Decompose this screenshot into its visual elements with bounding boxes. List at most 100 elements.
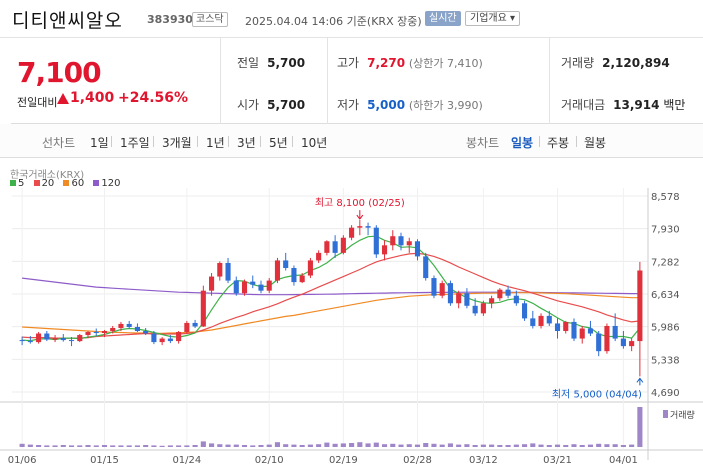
candle-body	[398, 236, 404, 246]
candle-body	[200, 290, 206, 327]
candle-body	[554, 323, 561, 332]
candle-body	[530, 318, 536, 326]
volume-bar	[604, 444, 610, 447]
candle-body	[291, 267, 297, 283]
candle-body	[489, 298, 495, 304]
candle-body	[522, 303, 528, 319]
candle-body	[447, 283, 453, 304]
candle-body	[126, 323, 132, 327]
volume-bar	[118, 445, 124, 447]
volume-bar	[406, 444, 412, 447]
candle-body	[250, 281, 256, 285]
x-tick-label: 02/10	[255, 455, 284, 466]
candle-body	[233, 280, 239, 294]
candle-body	[110, 327, 116, 332]
x-tick-label: 03/12	[469, 455, 498, 466]
volume-bar	[513, 444, 519, 447]
candle-body	[579, 328, 585, 339]
volume-bar	[390, 443, 396, 447]
volume-bar	[324, 442, 330, 447]
y-tick-label: 5,986	[651, 323, 680, 334]
volume-bar	[439, 444, 445, 447]
x-tick-label: 02/19	[329, 455, 358, 466]
volume-bar	[546, 445, 552, 447]
volume-bar	[44, 445, 50, 447]
volume-bar	[373, 442, 379, 447]
volume-bar	[60, 445, 66, 447]
y-tick-label: 7,282	[651, 257, 680, 268]
candle-body	[414, 241, 421, 257]
volume-bar	[480, 444, 486, 447]
volume-bar	[596, 443, 602, 447]
x-tick-label: 01/24	[172, 455, 201, 466]
volume-bar	[538, 444, 544, 447]
candle-body	[324, 241, 330, 253]
candle-body	[258, 284, 264, 291]
low-annotation: 최저 5,000 (04/04)	[552, 388, 642, 400]
candle-body	[604, 325, 610, 352]
candle-body	[36, 333, 42, 343]
ma60-line	[22, 292, 640, 334]
volume-bar	[233, 444, 239, 447]
volume-bar	[68, 445, 75, 447]
y-tick-label: 5,338	[651, 355, 680, 366]
x-tick-label: 03/21	[543, 455, 572, 466]
volume-bar	[283, 444, 289, 447]
volume-bar	[629, 444, 635, 447]
candle-body	[27, 341, 33, 343]
volume-bar	[571, 444, 577, 447]
volume-bar	[414, 444, 421, 447]
candle-body	[546, 315, 552, 324]
candlestick-chart[interactable]: 8,578 7,930 7,282 6,634 5,986 5,338 4,690 01/06…	[0, 0, 703, 474]
candle-body	[209, 276, 215, 291]
volume-bar	[274, 442, 281, 447]
volume-bar	[250, 445, 256, 447]
x-tick-label: 04/01	[609, 455, 638, 466]
ma20-line	[22, 252, 640, 339]
volume-bar	[176, 445, 182, 447]
volume-bar	[291, 444, 297, 447]
volume-bar	[77, 445, 83, 447]
volume-bar	[431, 443, 437, 447]
candle-body	[176, 332, 182, 342]
candle-body	[629, 341, 635, 347]
volume-bar	[554, 444, 561, 447]
volume-bar	[27, 444, 33, 447]
candle-body	[349, 227, 355, 238]
candle-body	[192, 322, 198, 327]
candle-body	[390, 236, 396, 246]
volume-bar	[357, 442, 363, 447]
y-tick-label: 8,578	[651, 192, 680, 203]
candle-body	[587, 328, 594, 334]
candle-body	[571, 321, 577, 339]
candle-body	[637, 270, 643, 342]
high-annotation: 최고 8,100 (02/25)	[315, 197, 405, 209]
candle-body	[167, 338, 173, 342]
candle-body	[513, 295, 519, 304]
volume-bar	[563, 445, 569, 447]
candle-body	[538, 315, 544, 326]
volume-bar	[381, 444, 388, 447]
candle-body	[217, 262, 223, 277]
candle-body	[373, 227, 379, 255]
volume-bar	[52, 445, 58, 447]
volume-bar	[167, 445, 173, 447]
candle-body	[19, 340, 25, 342]
volume-bar	[316, 444, 322, 447]
candle-body	[93, 332, 99, 334]
candle-body	[44, 333, 50, 340]
volume-bar	[217, 444, 223, 447]
volume-bar	[101, 445, 108, 447]
candle-body	[316, 252, 322, 261]
volume-bar	[365, 443, 371, 447]
candle-body	[340, 237, 346, 253]
candle-body	[159, 338, 165, 343]
candle-body	[143, 331, 149, 334]
candle-body	[505, 289, 511, 296]
volume-bar	[579, 445, 585, 447]
x-tick-label: 02/28	[403, 455, 432, 466]
candle-body	[241, 281, 248, 294]
candle-body	[134, 326, 140, 332]
volume-bar	[456, 444, 462, 447]
candle-body	[365, 226, 371, 228]
